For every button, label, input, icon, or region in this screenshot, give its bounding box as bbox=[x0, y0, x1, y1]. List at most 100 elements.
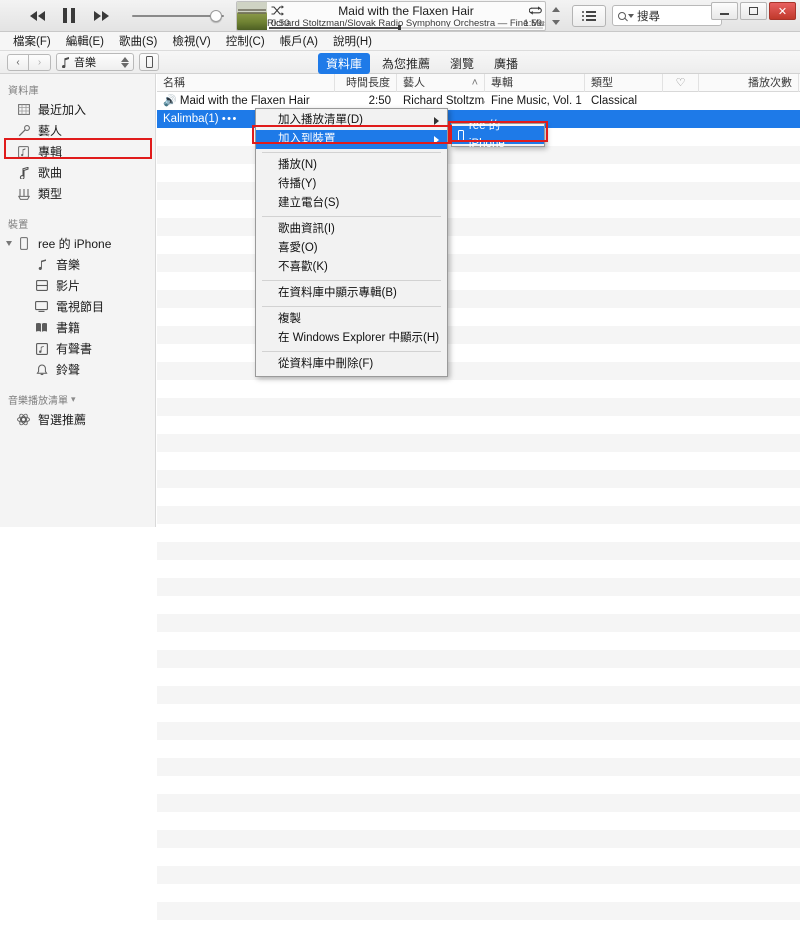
maximize-button[interactable] bbox=[740, 2, 767, 20]
device-button[interactable] bbox=[139, 53, 159, 71]
chevron-down-icon[interactable] bbox=[552, 20, 560, 25]
progress-handle[interactable] bbox=[397, 25, 401, 30]
sidebar-label-device-audiobooks: 有聲書 bbox=[56, 342, 93, 356]
sidebar-item-device-audiobooks[interactable]: 有聲書 bbox=[0, 338, 155, 359]
track-rows: 🔊 Maid with the Flaxen Hair 2:50 Richard… bbox=[157, 92, 800, 938]
chevron-down-icon[interactable]: ▾ bbox=[71, 394, 76, 405]
row-overflow-icon[interactable]: ••• bbox=[222, 113, 238, 125]
track-plays bbox=[699, 92, 799, 110]
context-item-create-station[interactable]: 建立電台(S) bbox=[256, 194, 447, 213]
album-artwork[interactable] bbox=[237, 2, 267, 30]
empty-row bbox=[157, 560, 800, 578]
sidebar-item-genius[interactable]: 智選推薦 bbox=[0, 409, 155, 430]
empty-row bbox=[157, 866, 800, 884]
back-button[interactable]: ‹ bbox=[7, 53, 29, 71]
sidebar-item-device-music[interactable]: 音樂 bbox=[0, 254, 155, 275]
now-playing-display[interactable]: Maid with the Flaxen Hair 0:50 Richard S… bbox=[236, 1, 546, 31]
context-item-add-to-playlist[interactable]: 加入播放清單(D) bbox=[256, 111, 447, 130]
iphone-icon bbox=[16, 237, 31, 250]
tab-library[interactable]: 資料庫 bbox=[318, 53, 371, 74]
minimize-button[interactable] bbox=[711, 2, 738, 20]
search-dropdown-icon[interactable] bbox=[628, 13, 634, 18]
context-item-copy[interactable]: 複製 bbox=[256, 310, 447, 329]
artwork-text bbox=[238, 9, 266, 16]
column-header-love[interactable]: ♡ bbox=[663, 73, 699, 92]
context-item-dislike[interactable]: 不喜歡(K) bbox=[256, 258, 447, 277]
column-header-album[interactable]: 專輯 bbox=[485, 73, 585, 92]
tab-radio[interactable]: 廣播 bbox=[486, 53, 526, 74]
tab-for-you[interactable]: 為您推薦 bbox=[374, 53, 438, 74]
context-item-play[interactable]: 播放(N) bbox=[256, 156, 447, 175]
context-item-love[interactable]: 喜愛(O) bbox=[256, 239, 447, 258]
sidebar-item-device-tvshows[interactable]: 電視節目 bbox=[0, 296, 155, 317]
empty-row bbox=[157, 614, 800, 632]
context-item-delete-from-library[interactable]: 從資料庫中刪除(F) bbox=[256, 355, 447, 374]
empty-row bbox=[157, 380, 800, 398]
context-separator bbox=[262, 280, 441, 281]
now-playing-stepper[interactable] bbox=[549, 3, 563, 29]
next-track-button[interactable] bbox=[90, 6, 112, 26]
sidebar-header-playlists[interactable]: 音樂播放清單 ▾ bbox=[0, 380, 155, 409]
menu-account[interactable]: 帳戶(A) bbox=[273, 31, 325, 51]
media-type-selector[interactable]: 音樂 bbox=[56, 53, 134, 71]
sidebar-item-recently-added[interactable]: 最近加入 bbox=[0, 99, 155, 120]
pause-button[interactable] bbox=[58, 6, 80, 26]
column-header-artist[interactable]: 藝人 ˄ bbox=[397, 73, 485, 92]
menu-edit[interactable]: 編輯(E) bbox=[59, 31, 111, 51]
media-stepper-icon[interactable] bbox=[121, 56, 129, 68]
sidebar-item-songs[interactable]: 歌曲 bbox=[0, 162, 155, 183]
sidebar-item-device-books[interactable]: 書籍 bbox=[0, 317, 155, 338]
track-love[interactable] bbox=[663, 92, 699, 110]
minimize-icon bbox=[720, 13, 729, 15]
empty-row bbox=[157, 650, 800, 668]
column-header-genre[interactable]: 類型 bbox=[585, 73, 663, 92]
menu-file[interactable]: 檔案(F) bbox=[6, 31, 58, 51]
context-separator bbox=[262, 152, 441, 153]
microphone-icon bbox=[16, 124, 31, 137]
context-item-show-album-in-library[interactable]: 在資料庫中顯示專輯(B) bbox=[256, 284, 447, 303]
table-row[interactable]: 🔊 Maid with the Flaxen Hair 2:50 Richard… bbox=[157, 92, 800, 110]
pause-icon-left bbox=[63, 8, 67, 23]
context-item-show-in-explorer[interactable]: 在 Windows Explorer 中顯示(H) bbox=[256, 329, 447, 348]
chevron-up-icon[interactable] bbox=[552, 7, 560, 12]
sidebar-label-device-tvshows: 電視節目 bbox=[56, 300, 105, 314]
submenu-item-iphone[interactable]: ree 的 iPhone bbox=[452, 120, 544, 150]
playback-progress-bar[interactable] bbox=[269, 25, 543, 30]
forward-button[interactable]: › bbox=[29, 53, 51, 71]
context-item-play-next[interactable]: 待播(Y) bbox=[256, 175, 447, 194]
previous-track-button[interactable] bbox=[26, 6, 48, 26]
tv-icon bbox=[34, 301, 49, 312]
sidebar-item-genres[interactable]: 類型 bbox=[0, 183, 155, 204]
empty-row bbox=[157, 596, 800, 614]
empty-row bbox=[157, 668, 800, 686]
close-button[interactable]: ✕ bbox=[769, 2, 796, 20]
genre-icon bbox=[16, 188, 31, 200]
sidebar-header-devices: 裝置 bbox=[8, 220, 29, 231]
disclosure-triangle-icon[interactable] bbox=[6, 241, 12, 246]
context-item-label: 加入播放清單(D) bbox=[278, 114, 363, 126]
sidebar-item-albums[interactable]: 專輯 bbox=[0, 141, 155, 162]
sidebar-item-artists[interactable]: 藝人 bbox=[0, 120, 155, 141]
search-input[interactable]: 搜尋 bbox=[612, 5, 722, 26]
column-header-name[interactable]: 名稱 bbox=[157, 73, 335, 92]
menu-help[interactable]: 說明(H) bbox=[326, 31, 379, 51]
volume-knob[interactable] bbox=[210, 9, 222, 22]
submenu-arrow-icon bbox=[434, 117, 439, 125]
sidebar-item-device[interactable]: ree 的 iPhone bbox=[0, 233, 155, 254]
column-header-plays[interactable]: 播放次數 bbox=[699, 73, 799, 92]
context-item-song-info[interactable]: 歌曲資訊(I) bbox=[256, 220, 447, 239]
track-love[interactable] bbox=[663, 110, 699, 128]
menu-songs[interactable]: 歌曲(S) bbox=[112, 31, 164, 51]
tab-browse[interactable]: 瀏覽 bbox=[442, 53, 482, 74]
context-item-add-to-device[interactable]: 加入到裝置 bbox=[256, 130, 447, 149]
album-icon bbox=[16, 145, 31, 158]
column-header-duration[interactable]: 時間長度 bbox=[335, 73, 397, 92]
up-next-button[interactable] bbox=[572, 5, 606, 27]
volume-slider[interactable] bbox=[132, 6, 232, 26]
sidebar: 資料庫 最近加入 藝人 專輯 歌曲 類型 裝置 ree 的 iPhone 音樂 … bbox=[0, 74, 156, 527]
menu-controls[interactable]: 控制(C) bbox=[219, 31, 272, 51]
sidebar-item-device-ringtones[interactable]: 鈴聲 bbox=[0, 359, 155, 380]
menu-view[interactable]: 檢視(V) bbox=[165, 31, 217, 51]
sidebar-item-device-movies[interactable]: 影片 bbox=[0, 275, 155, 296]
search-icon bbox=[618, 11, 626, 20]
